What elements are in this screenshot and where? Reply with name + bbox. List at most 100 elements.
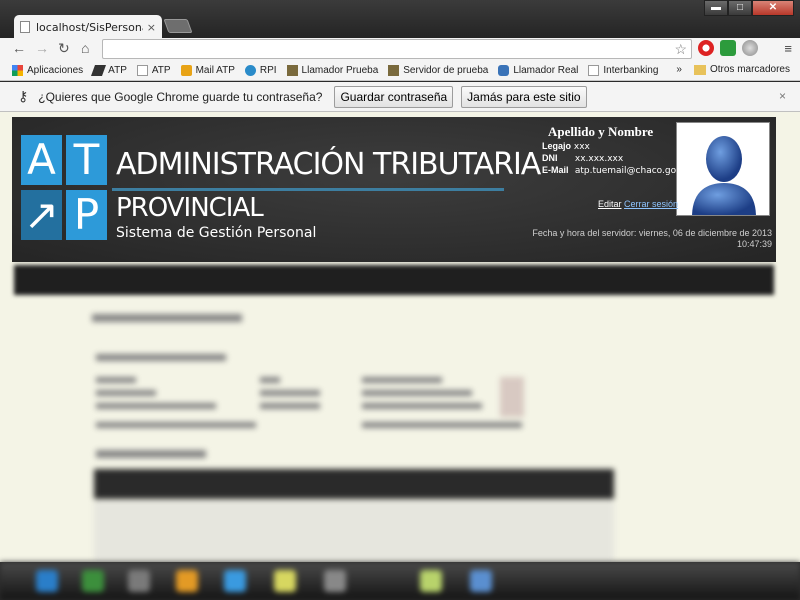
address-bar[interactable]: ☆ — [102, 39, 692, 59]
edit-link[interactable]: Editar — [598, 199, 622, 209]
blurred-content — [0, 262, 800, 562]
blurred-line — [362, 390, 472, 396]
bookmark-label: Llamador Real — [513, 65, 579, 76]
account-links: Editar Cerrar sesión — [598, 199, 678, 209]
server-time: 10:47:39 — [736, 239, 772, 249]
taskbar-app-icon[interactable] — [324, 570, 346, 592]
user-legajo: Legajo xxx — [542, 141, 590, 152]
other-bookmarks[interactable]: Otros marcadores — [710, 64, 790, 75]
bookmark-mail-atp[interactable]: Mail ATP — [180, 65, 235, 76]
folder-icon — [693, 64, 706, 75]
user-dni: DNI xx.xxx.xxx — [542, 153, 623, 164]
home-icon[interactable]: ⌂ — [81, 40, 89, 56]
legajo-label: Legajo — [542, 141, 572, 151]
blurred-line — [96, 390, 156, 396]
infobar-question: ¿Quieres que Google Chrome guarde tu con… — [38, 89, 323, 104]
bookmark-servidor-prueba[interactable]: Servidor de prueba — [388, 65, 488, 76]
extensions-area — [698, 40, 758, 56]
server-date-label: Fecha y hora del servidor: viernes, 06 d… — [532, 228, 772, 238]
green-extension-icon[interactable] — [720, 40, 736, 56]
page-icon — [20, 21, 30, 33]
taskbar-app-icon[interactable] — [224, 570, 246, 592]
save-password-button[interactable]: Guardar contraseña — [334, 85, 454, 108]
logo-tile-arrow: ↗ — [21, 190, 62, 240]
email-label: E-Mail — [542, 165, 569, 175]
globe-extension-icon[interactable] — [742, 40, 758, 56]
taskbar-app-icon[interactable] — [470, 570, 492, 592]
bookmark-label: Interbanking — [603, 65, 659, 76]
apps-grid-icon — [12, 65, 23, 76]
bookmark-label: RPI — [259, 65, 277, 76]
taskbar-app-icon[interactable] — [420, 570, 442, 592]
image-icon — [286, 65, 298, 76]
bookmark-atp-2[interactable]: ATP — [136, 65, 171, 76]
forward-arrow-icon[interactable]: → — [35, 40, 49, 56]
bookmark-label: ATP — [151, 65, 171, 76]
blurred-line — [260, 377, 280, 383]
blurred-table-header — [94, 469, 614, 499]
blurred-table-body — [94, 500, 614, 562]
more-bookmarks-chevron-icon[interactable]: » — [676, 64, 682, 75]
minimize-button[interactable]: ▬ — [704, 0, 728, 16]
dni-value: xx.xxx.xxx — [574, 154, 624, 164]
mail-icon — [180, 65, 192, 76]
blurred-line — [96, 403, 216, 409]
bookmark-llamador-real[interactable]: Llamador Real — [498, 65, 578, 76]
menu-icon[interactable]: ≡ — [784, 41, 792, 56]
bookmark-rpi[interactable]: RPI — [244, 65, 277, 76]
blurred-line — [260, 390, 320, 396]
page-icon — [588, 65, 600, 76]
site-header: A T ↗ P ADMINISTRACIÓN TRIBUTARIA PROVIN… — [12, 117, 776, 262]
bookmark-label: Aplicaciones — [27, 65, 84, 76]
taskbar-app-icon[interactable] — [82, 570, 104, 592]
close-window-button[interactable]: ✕ — [752, 0, 794, 16]
tab-title: localhost/SisPersonal/Apl — [36, 20, 143, 34]
blurred-line — [96, 422, 256, 428]
os-taskbar — [0, 562, 800, 600]
new-tab-button[interactable] — [163, 19, 193, 33]
back-arrow-icon[interactable]: ← — [12, 40, 26, 56]
page-content: A T ↗ P ADMINISTRACIÓN TRIBUTARIA PROVIN… — [0, 112, 800, 562]
dni-label: DNI — [542, 153, 558, 163]
close-icon[interactable]: × — [779, 89, 786, 103]
taskbar-app-icon[interactable] — [36, 570, 58, 592]
browser-tab[interactable]: localhost/SisPersonal/Apl × — [14, 15, 162, 39]
bookmarks-bar: Aplicaciones ATP ATP Mail ATP RPI Llamad… — [0, 61, 800, 81]
blurred-block — [500, 377, 524, 417]
brand-title-line2: PROVINCIAL — [116, 193, 264, 223]
blurred-subheading — [96, 354, 226, 361]
blurred-heading — [92, 314, 242, 322]
logout-link[interactable]: Cerrar sesión — [624, 199, 678, 209]
blurred-heading — [96, 450, 206, 458]
brand-title-line1: ADMINISTRACIÓN TRIBUTARIA — [116, 147, 541, 182]
legajo-value: xxx — [573, 142, 590, 152]
page-icon — [136, 65, 148, 76]
window-controls: ▬ □ ✕ — [704, 0, 794, 16]
maximize-button[interactable]: □ — [728, 0, 752, 16]
bookmark-interbanking[interactable]: Interbanking — [588, 65, 658, 76]
atp-icon — [91, 65, 107, 76]
opera-extension-icon[interactable] — [698, 40, 714, 56]
rpi-icon — [244, 65, 256, 76]
user-silhouette-icon — [692, 136, 756, 215]
bookmark-label: Servidor de prueba — [403, 65, 489, 76]
key-icon: ⚷ — [18, 88, 29, 104]
bookmark-label: Llamador Prueba — [301, 65, 379, 76]
taskbar-app-icon[interactable] — [176, 570, 198, 592]
blurred-line — [96, 377, 136, 383]
password-infobar: ⚷ ¿Quieres que Google Chrome guarde tu c… — [0, 82, 800, 112]
never-for-site-button[interactable]: Jamás para este sitio — [461, 85, 587, 108]
blurred-line — [362, 377, 442, 383]
tab-close-icon[interactable]: × — [147, 21, 156, 34]
bookmark-label: ATP — [108, 65, 127, 76]
bookmark-star-icon[interactable]: ☆ — [674, 40, 687, 58]
bookmark-aplicaciones[interactable]: Aplicaciones — [12, 65, 83, 76]
bookmark-atp[interactable]: ATP — [91, 65, 127, 76]
blurred-line — [260, 403, 320, 409]
taskbar-app-icon[interactable] — [274, 570, 296, 592]
browser-titlebar: localhost/SisPersonal/Apl × ▬ □ ✕ — [0, 0, 800, 39]
user-email: E-Mail atp.tuemail@chaco.gov.ar — [542, 165, 693, 176]
bookmark-llamador-prueba[interactable]: Llamador Prueba — [286, 65, 379, 76]
taskbar-app-icon[interactable] — [128, 570, 150, 592]
reload-icon[interactable]: ↻ — [58, 40, 70, 57]
